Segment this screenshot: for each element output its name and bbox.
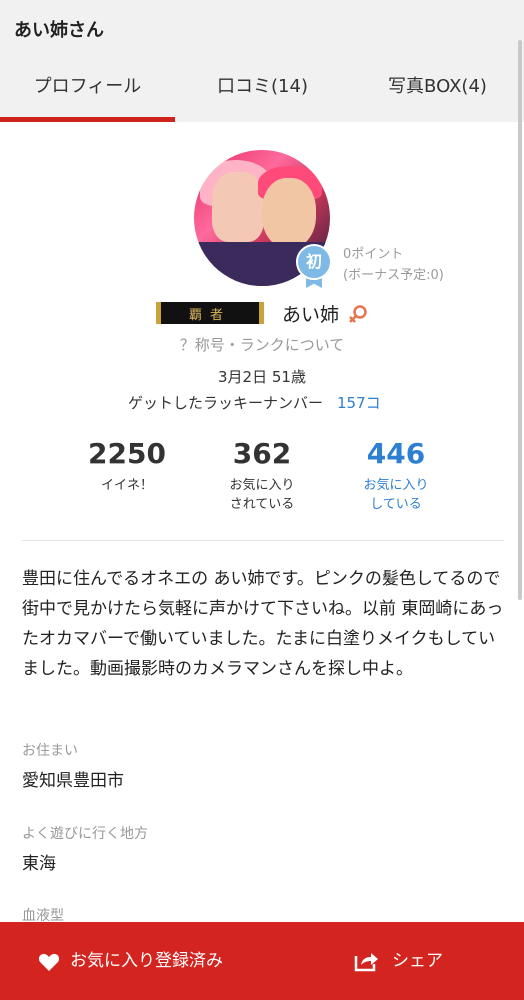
area-value: 東海 <box>22 854 56 874</box>
rank-info-link[interactable]: ？称号・ランクについて <box>0 334 524 355</box>
profile-name: あい姉 <box>282 304 340 326</box>
area-label: よく遊びに行く地方 <box>22 826 148 842</box>
stat-favorited-by: 362 お気に入りされている <box>192 436 332 514</box>
lucky-number-row: ゲットしたラッキーナンバー 157コ <box>128 392 381 413</box>
points-text: 0ポイント <box>343 247 404 262</box>
birthday-age: 3月2日 51歳 <box>218 368 306 386</box>
divider <box>22 540 504 541</box>
stat-label: イイネ！ <box>100 478 153 493</box>
stat-label-line: されている <box>229 497 295 512</box>
stat-value[interactable]: 446 <box>326 436 466 472</box>
tab-profile[interactable]: プロフィール <box>0 56 175 122</box>
stat-label-line: お気に入り <box>363 478 429 493</box>
heart-icon <box>38 953 60 971</box>
female-icon <box>349 305 367 323</box>
bonus-text: (ボーナス予定:0) <box>343 268 444 283</box>
stat-label-line: お気に入り <box>229 478 295 493</box>
points-info: 0ポイント (ボーナス予定:0) <box>343 244 444 286</box>
avatar-shape <box>262 178 316 248</box>
share-icon <box>354 953 378 972</box>
lucky-number-label: ゲットしたラッキーナンバー <box>128 394 324 412</box>
residence-label: お住まい <box>22 743 78 759</box>
stat-label[interactable]: お気に入り している <box>326 476 466 514</box>
bottom-action-bar: お気に入り登録済み シェア <box>0 922 524 1000</box>
stat-value: 362 <box>232 437 292 470</box>
tab-reviews[interactable]: 口コミ(14) <box>175 56 350 122</box>
rank-plate: 覇者 <box>156 302 264 324</box>
badge-label: 初 <box>296 244 332 280</box>
beginner-badge: 初 <box>296 244 332 288</box>
stat-likes: 2250 イイネ！ <box>57 436 197 495</box>
page-title: あい姉さん <box>14 20 104 41</box>
stat-label-line: している <box>370 497 422 512</box>
avatar-shape <box>212 172 264 242</box>
residence-value: 愛知県豊田市 <box>22 771 124 791</box>
top-bar: あい姉さん <box>0 0 524 56</box>
stat-favoriting[interactable]: 446 お気に入りしている <box>326 436 466 514</box>
stat-value: 2250 <box>88 437 166 470</box>
bio-text: 豊田に住んでるオネエの あい姉です。ピンクの髪色してるので街中で見かけたら気軽に… <box>22 569 504 679</box>
rank-plate-text: 覇者 <box>188 308 231 323</box>
lucky-number-count[interactable]: 157コ <box>337 394 381 412</box>
favorite-button-label: お気に入り登録済み <box>70 951 223 971</box>
share-button-label: シェア <box>392 951 443 971</box>
scrollbar[interactable] <box>518 40 522 600</box>
stat-label: お気に入りされている <box>192 476 332 514</box>
tab-photo-box[interactable]: 写真BOX(4) <box>350 56 524 122</box>
share-button[interactable]: シェア <box>352 944 443 978</box>
tab-bar: プロフィール 口コミ(14) 写真BOX(4) <box>0 56 524 122</box>
favorite-button[interactable]: お気に入り登録済み <box>36 944 223 978</box>
